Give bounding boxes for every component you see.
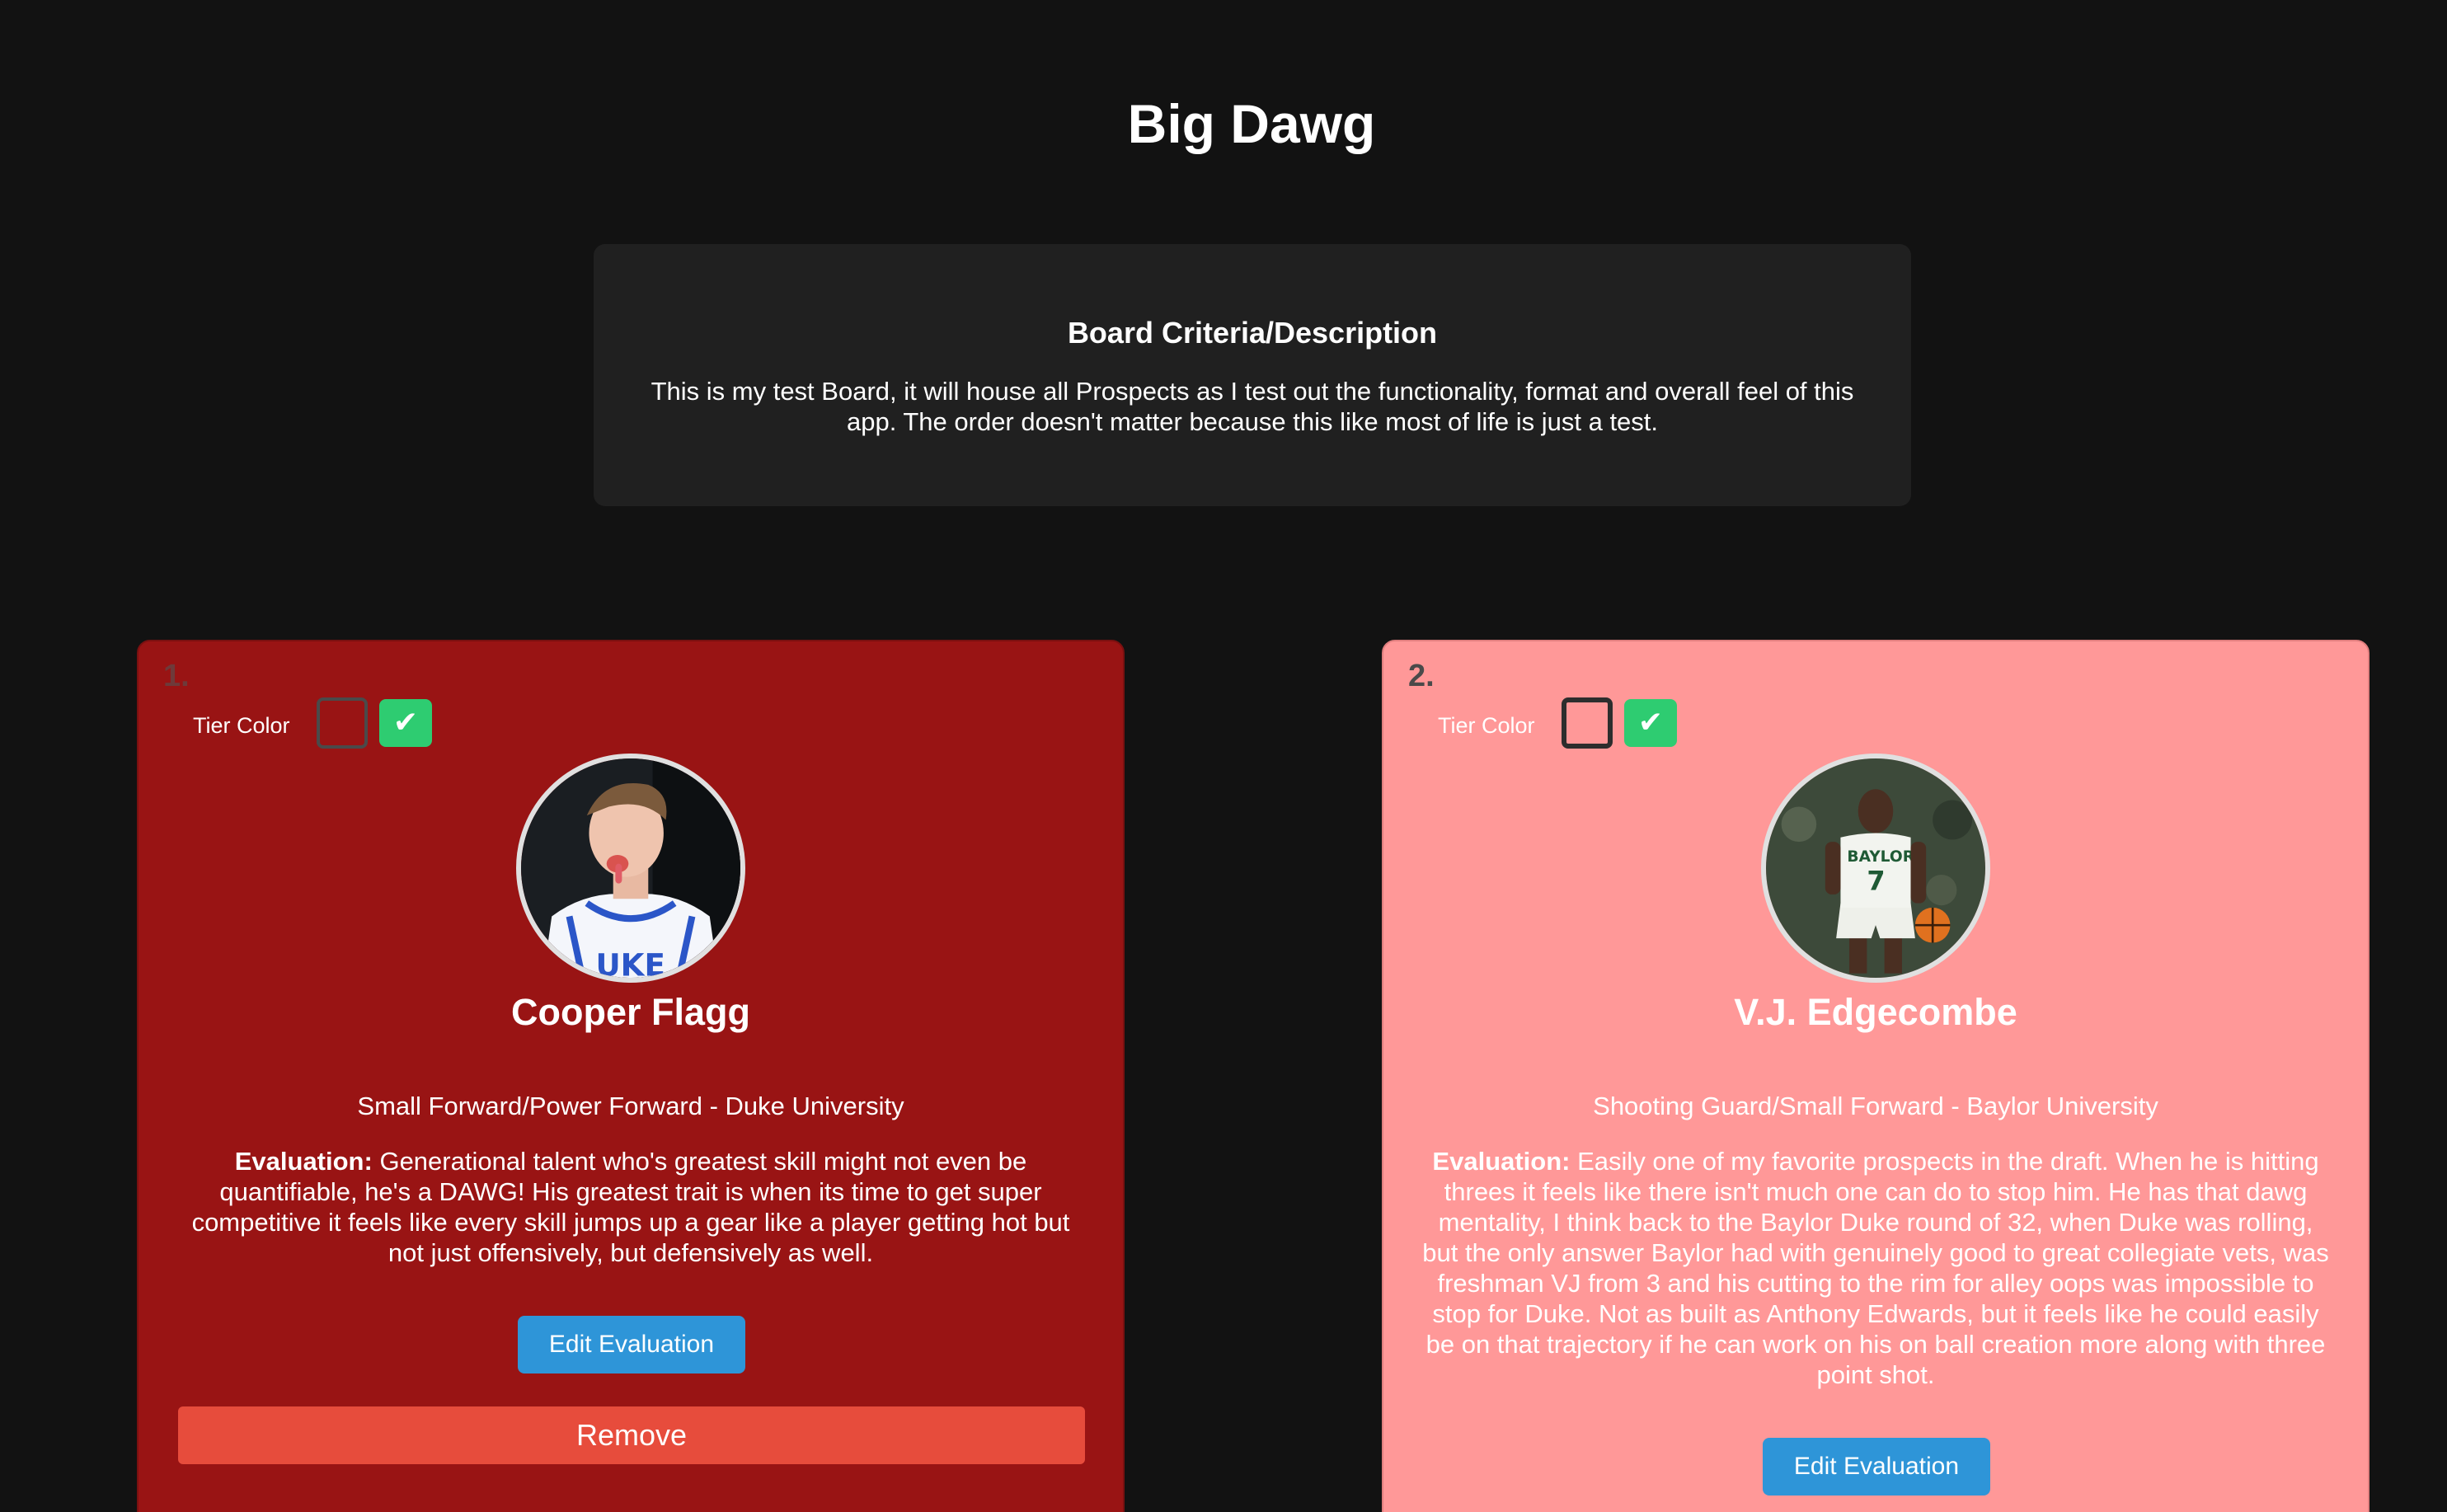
tier-color-picker[interactable] — [317, 697, 368, 749]
tier-color-picker[interactable] — [1562, 697, 1613, 749]
confirm-check-icon[interactable]: ✔ — [379, 699, 432, 747]
player-name: V.J. Edgecombe — [1734, 991, 2017, 1033]
player-avatar: UKE — [516, 754, 745, 983]
svg-text:BAYLOR: BAYLOR — [1847, 848, 1914, 866]
svg-text:7: 7 — [1867, 866, 1885, 897]
player-position: Shooting Guard/Small Forward - Baylor Un… — [1593, 1092, 2158, 1120]
edit-evaluation-button[interactable]: Edit Evaluation — [1763, 1438, 1990, 1496]
edit-evaluation-button[interactable]: Edit Evaluation — [518, 1316, 745, 1373]
prospect-rank: 2. — [1408, 659, 1435, 693]
player-position: Small Forward/Power Forward - Duke Unive… — [357, 1092, 904, 1120]
player-evaluation: Evaluation: Easily one of my favorite pr… — [1421, 1146, 2330, 1390]
criteria-description: This is my test Board, it will house all… — [650, 377, 1854, 436]
board-criteria-panel: Board Criteria/Description This is my te… — [594, 244, 1911, 506]
prospect-card-vj-edgecombe: 2. Tier Color ✔ BAYLOR 7 V.J. Edgecombe … — [1382, 640, 2370, 1512]
player-name: Cooper Flagg — [511, 991, 750, 1033]
player-avatar: BAYLOR 7 — [1761, 754, 1990, 983]
player-evaluation: Evaluation: Generational talent who's gr… — [176, 1146, 1085, 1268]
evaluation-label: Evaluation: — [234, 1147, 373, 1176]
tier-color-label: Tier Color — [193, 713, 290, 738]
board-page: Big Dawg Board Criteria/Description This… — [0, 0, 2447, 1512]
prospect-card-cooper-flagg: 1. Tier Color ✔ UKE Cooper Flagg Small F… — [137, 640, 1125, 1512]
evaluation-text: Easily one of my favorite prospects in t… — [1422, 1147, 2329, 1389]
tier-color-label: Tier Color — [1438, 713, 1535, 738]
board-title: Big Dawg — [1127, 93, 1376, 154]
prospect-rank: 1. — [163, 659, 190, 693]
criteria-heading: Board Criteria/Description — [1067, 316, 1438, 350]
svg-text:UKE: UKE — [595, 946, 665, 978]
remove-button[interactable]: Remove — [178, 1406, 1085, 1464]
evaluation-label: Evaluation: — [1432, 1147, 1571, 1176]
confirm-check-icon[interactable]: ✔ — [1624, 699, 1677, 747]
